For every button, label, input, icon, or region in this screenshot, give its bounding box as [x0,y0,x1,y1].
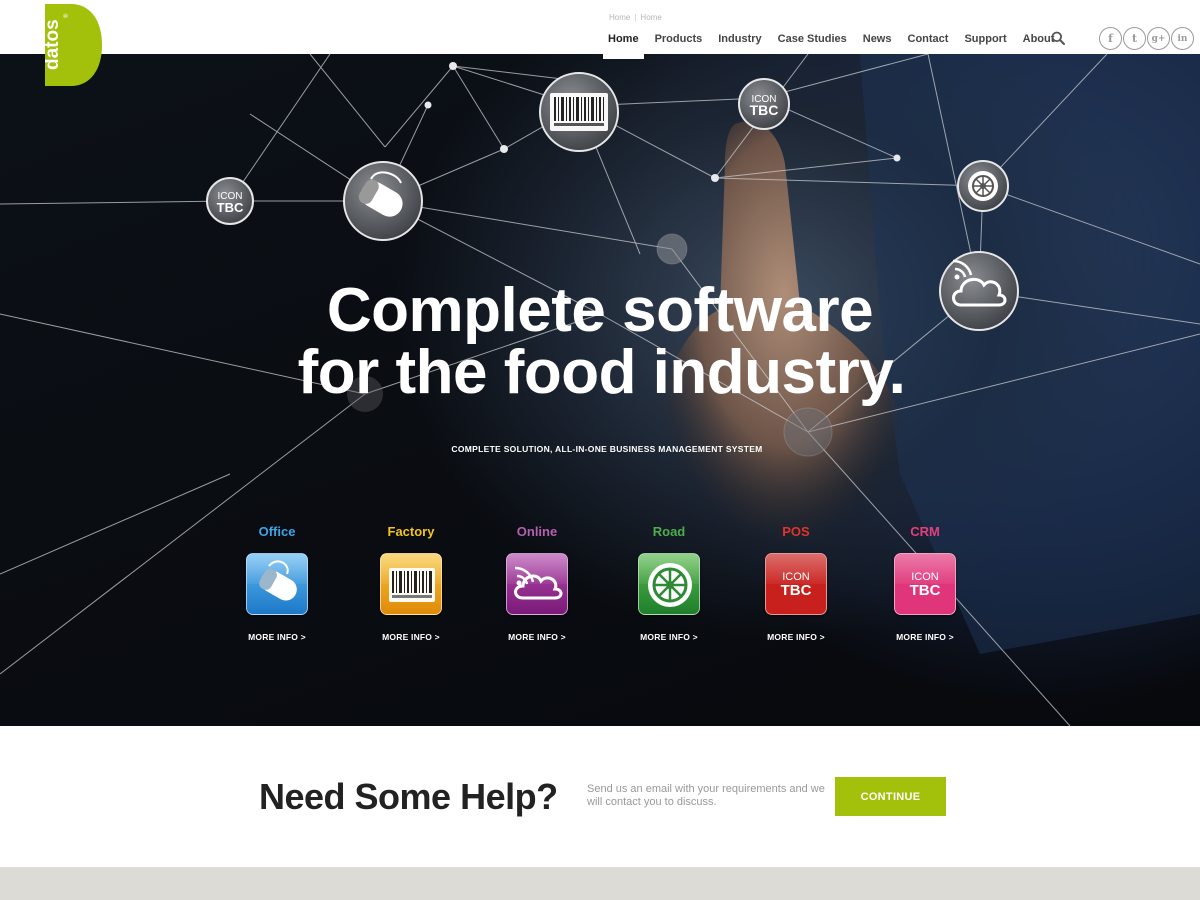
tile-label: ICON TBC [895,571,955,599]
mouse-icon[interactable] [343,161,423,241]
product-more-info-link[interactable]: MORE INFO > [222,632,332,642]
cloud-icon[interactable] [506,553,568,615]
search-icon[interactable] [1051,31,1065,45]
product-name: Online [516,524,558,539]
datos-logo[interactable]: datos ® [45,4,102,86]
linkedin-icon[interactable]: in [1171,27,1194,50]
nav-products[interactable]: Products [647,30,711,54]
hero-banner: ICON TBC ICON TBC Complete software for … [0,54,1200,726]
footer-band [0,867,1200,900]
help-title: Need Some Help? [259,776,558,817]
nav-home[interactable]: Home [600,30,647,59]
hero-subheadline: COMPLETE SOLUTION, ALL-IN-ONE BUSINESS M… [451,444,763,454]
product-more-info-link[interactable]: MORE INFO > [356,632,466,642]
breadcrumb-separator: | [634,13,637,22]
product-name: Factory [387,524,435,539]
wheel-icon[interactable] [638,553,700,615]
help-section: Need Some Help? Send us an email with yo… [0,726,1200,867]
nav-contact[interactable]: Contact [900,30,957,54]
product-more-info-link[interactable]: MORE INFO > [482,632,592,642]
product-name: CRM [910,524,940,539]
product-name: Road [652,524,686,539]
tile-label-line2: TBC [909,582,941,599]
twitter-icon[interactable]: t [1123,27,1146,50]
mouse-icon[interactable] [246,553,308,615]
tile-label: ICON TBC [766,571,826,599]
hero-headline: Complete software for the food industry. [0,280,1200,404]
tile-label-line2: TBC [780,582,812,599]
nav-industry[interactable]: Industry [710,30,769,54]
breadcrumb-item[interactable]: Home [609,13,630,22]
hero-headline-line2: for the food industry. [297,338,906,407]
help-text: Send us an email with your requirements … [587,783,825,808]
barcode-icon[interactable] [380,553,442,615]
facebook-icon[interactable]: f [1099,27,1122,50]
social-links: f t g+ in [1099,27,1194,50]
product-more-info-link[interactable]: MORE INFO > [741,632,851,642]
wheel-icon[interactable] [957,160,1009,212]
breadcrumb: Home | Home [609,13,662,22]
floating-icon-text-b: TBC [217,200,244,215]
site-header: Home | Home Home Products Industry Case St… [0,0,1200,59]
product-name: POS [782,524,810,539]
hero-headline-line1: Complete software [326,276,874,345]
nav-case-studies[interactable]: Case Studies [770,30,855,54]
product-online: Online MORE INFO > [482,524,592,642]
product-crm: CRM ICON TBC MORE INFO > [870,524,980,642]
main-nav: Home Products Industry Case Studies News… [600,30,1062,59]
product-name: Office [258,524,296,539]
barcode-icon[interactable] [539,72,619,152]
network-bubble [656,233,688,265]
product-office: Office MORE INFO > [222,524,332,642]
product-factory: Factory MORE INFO > [356,524,466,642]
product-more-info-link[interactable]: MORE INFO > [614,632,724,642]
logo-registered-mark: ® [63,13,70,18]
logo-text: datos [45,19,63,70]
product-more-info-link[interactable]: MORE INFO > [870,632,980,642]
icon-tbc[interactable]: ICON TBC [765,553,827,615]
nav-news[interactable]: News [855,30,900,54]
product-road: Road MORE INFO > [614,524,724,642]
breadcrumb-item[interactable]: Home [640,13,661,22]
nav-support[interactable]: Support [956,30,1014,54]
google-plus-icon[interactable]: g+ [1147,27,1170,50]
floating-icon-text-b: TBC [750,102,779,118]
product-pos: POS ICON TBC MORE INFO > [741,524,851,642]
icon-tbc[interactable]: ICON TBC [738,78,790,130]
icon-tbc[interactable]: ICON TBC [894,553,956,615]
continue-button[interactable]: CONTINUE [835,777,946,816]
icon-tbc[interactable]: ICON TBC [206,177,254,225]
